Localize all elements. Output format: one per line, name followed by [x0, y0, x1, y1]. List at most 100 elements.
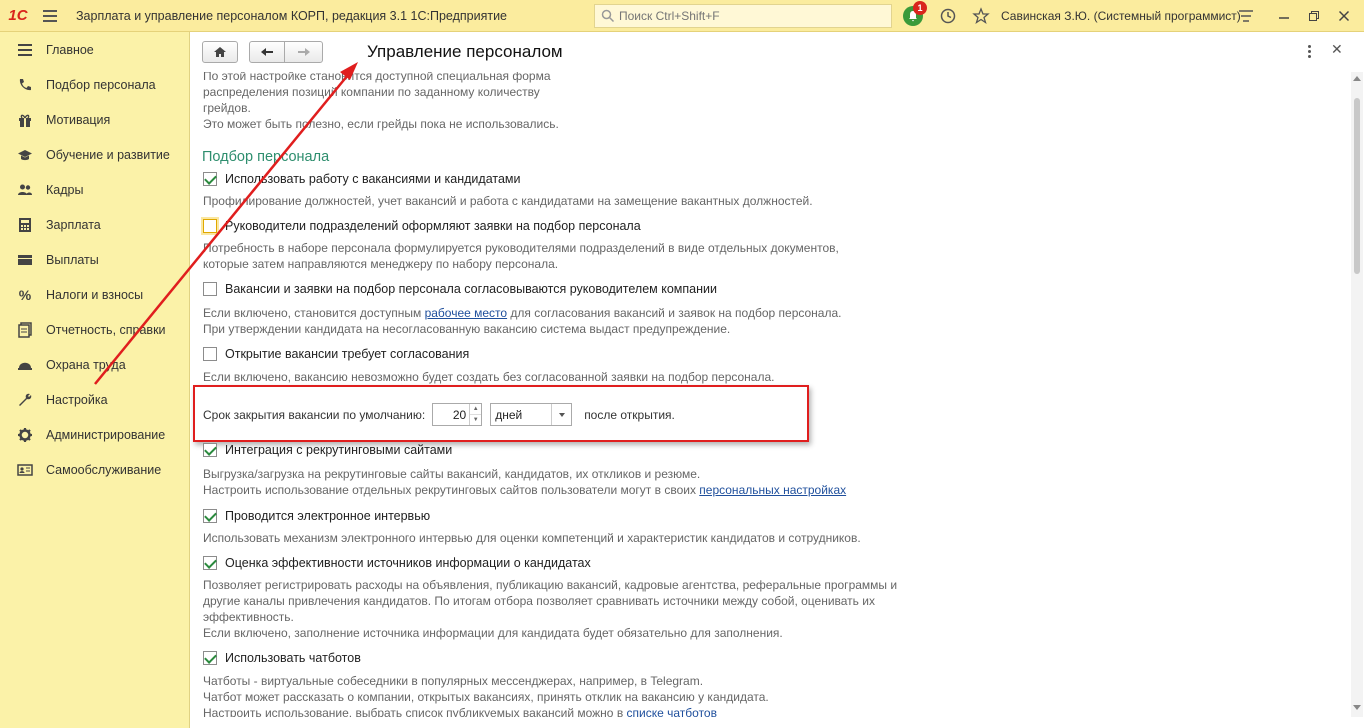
option-chatbots[interactable]: Использовать чатботов — [203, 651, 361, 665]
option-description: Если включено, становится доступным рабо… — [203, 305, 842, 321]
description-text: Настроить использование, выбрать список … — [203, 706, 627, 717]
option-electronic-interview[interactable]: Проводится электронное интервью — [203, 509, 430, 523]
sidebar-item-label: Настройка — [46, 392, 108, 407]
close-window-icon[interactable] — [1332, 4, 1356, 28]
settings-lines-icon[interactable] — [1234, 4, 1258, 28]
history-icon[interactable] — [936, 4, 960, 28]
checkbox-opening-approval[interactable] — [203, 347, 217, 361]
sidebar-item-recruitment[interactable]: Подбор персонала — [0, 67, 189, 102]
sidebar-item-label: Отчетность, справки — [46, 322, 166, 337]
checkbox-chatbots[interactable] — [203, 651, 217, 665]
sidebar-item-payments[interactable]: Выплаты — [0, 242, 189, 277]
home-icon — [214, 47, 226, 57]
option-description: Если включено, вакансию невозможно будет… — [203, 370, 775, 384]
option-managers-requests[interactable]: Руководители подразделений оформляют зая… — [203, 219, 641, 233]
sidebar-item-label: Выплаты — [46, 252, 99, 267]
personal-settings-link[interactable]: персональных настройках — [699, 483, 846, 497]
checkbox-managers-requests[interactable] — [203, 219, 217, 233]
sidebar-item-safety[interactable]: Охрана труда — [0, 347, 189, 382]
option-description: Потребность в наборе персонала формулиру… — [203, 241, 839, 255]
intro-line: распределения позиций компании по заданн… — [203, 85, 540, 99]
sidebar-item-selfservice[interactable]: Самообслуживание — [0, 452, 189, 487]
scroll-down-icon[interactable] — [1353, 705, 1361, 710]
vertical-scrollbar[interactable] — [1351, 72, 1363, 717]
sidebar-item-motivation[interactable]: Мотивация — [0, 102, 189, 137]
scroll-thumb[interactable] — [1354, 98, 1360, 274]
people-icon — [16, 181, 34, 199]
wrench-icon — [16, 391, 34, 409]
title-bar: 1С Зарплата и управление персоналом КОРП… — [0, 0, 1364, 32]
option-vacancies-candidates[interactable]: Использовать работу с вакансиями и канди… — [203, 172, 520, 186]
option-description: Настроить использование отдельных рекрут… — [203, 482, 846, 498]
sidebar-item-label: Охрана труда — [46, 357, 126, 372]
search-box[interactable] — [594, 4, 892, 28]
home-button[interactable] — [202, 41, 238, 63]
workplace-link[interactable]: рабочее место — [425, 306, 508, 320]
highlight-frame — [193, 385, 809, 442]
checkbox-ceo-approval[interactable] — [203, 282, 217, 296]
arrow-right-icon — [297, 48, 310, 56]
gear-icon — [16, 426, 34, 444]
sidebar-item-label: Налоги и взносы — [46, 287, 144, 302]
sidebar-item-label: Мотивация — [46, 112, 111, 127]
sidebar-item-label: Самообслуживание — [46, 462, 162, 477]
menu-lines-icon — [16, 41, 34, 59]
option-opening-approval[interactable]: Открытие вакансии требует согласования — [203, 347, 469, 361]
sidebar-item-taxes[interactable]: % Налоги и взносы — [0, 277, 189, 312]
1c-logo-icon[interactable]: 1С — [0, 0, 36, 32]
option-description: Позволяет регистрировать расходы на объя… — [203, 578, 898, 592]
search-input[interactable] — [619, 9, 879, 23]
sidebar-item-reports[interactable]: Отчетность, справки — [0, 312, 189, 347]
arrow-left-icon — [261, 48, 273, 56]
option-source-efficiency[interactable]: Оценка эффективности источников информац… — [203, 556, 591, 570]
sidebar-item-hr[interactable]: Кадры — [0, 172, 189, 207]
option-description: Чатботы - виртуальные собеседники в попу… — [203, 674, 704, 688]
percent-icon: % — [18, 286, 32, 303]
checkbox-recruiting-sites[interactable] — [203, 443, 217, 457]
option-recruiting-sites[interactable]: Интеграция с рекрутинговыми сайтами — [203, 443, 452, 457]
restore-icon[interactable] — [1302, 4, 1326, 28]
option-description: другие каналы привлечения кандидатов. По… — [203, 594, 875, 608]
option-description: Использовать механизм электронного интер… — [203, 531, 861, 545]
option-label: Руководители подразделений оформляют зая… — [225, 219, 641, 233]
description-text: для согласования вакансий и заявок на по… — [507, 306, 842, 320]
option-description: Выгрузка/загрузка на рекрутинговые сайты… — [203, 467, 701, 481]
sidebar-item-salary[interactable]: Зарплата — [0, 207, 189, 242]
favorites-star-icon[interactable] — [969, 4, 993, 28]
description-text: Настроить использование отдельных рекрут… — [203, 483, 700, 497]
checkbox-electronic-interview[interactable] — [203, 509, 217, 523]
sidebar-item-label: Зарплата — [46, 217, 101, 232]
intro-line: По этой настройке становится доступной с… — [203, 72, 551, 83]
scroll-up-icon[interactable] — [1353, 76, 1361, 81]
sidebar-item-settings[interactable]: Настройка — [0, 382, 189, 417]
forward-button[interactable] — [284, 41, 323, 63]
helmet-icon — [16, 356, 34, 374]
sidebar: Главное Подбор персонала Мотивация Обуче… — [0, 32, 190, 728]
close-form-icon[interactable]: ✕ — [1331, 41, 1343, 58]
minimize-icon[interactable] — [1272, 4, 1296, 28]
back-button[interactable] — [249, 41, 285, 63]
checkbox-source-efficiency[interactable] — [203, 556, 217, 570]
main-menu-icon[interactable] — [36, 0, 64, 32]
chatbots-list-link[interactable]: списке чатботов — [627, 706, 717, 717]
app-title: Зарплата и управление персоналом КОРП, р… — [76, 8, 508, 23]
phone-icon — [16, 76, 34, 94]
option-ceo-approval[interactable]: Вакансии и заявки на подбор персонала со… — [203, 282, 717, 296]
intro-line: Это может быть полезно, если грейды пока… — [203, 117, 559, 131]
notifications-bell-icon[interactable]: 1 — [901, 1, 927, 28]
calculator-icon — [16, 216, 34, 234]
option-description: Чатбот может рассказать о компании, откр… — [203, 690, 769, 704]
checkbox-vacancies-candidates[interactable] — [203, 172, 217, 186]
sidebar-item-label: Подбор персонала — [46, 77, 156, 92]
gift-icon — [16, 111, 34, 129]
more-actions-icon[interactable] — [1301, 42, 1317, 60]
search-icon — [601, 9, 615, 23]
current-user[interactable]: Савинская З.Ю. (Системный программист) — [1001, 9, 1241, 23]
sidebar-item-label: Главное — [46, 42, 94, 57]
settings-form: По этой настройке становится доступной с… — [191, 72, 1350, 717]
page-title: Управление персоналом — [367, 42, 563, 61]
sidebar-item-training[interactable]: Обучение и развитие — [0, 137, 189, 172]
sidebar-item-main[interactable]: Главное — [0, 32, 189, 67]
sidebar-item-administration[interactable]: Администрирование — [0, 417, 189, 452]
option-description: Настроить использование, выбрать список … — [203, 705, 717, 717]
